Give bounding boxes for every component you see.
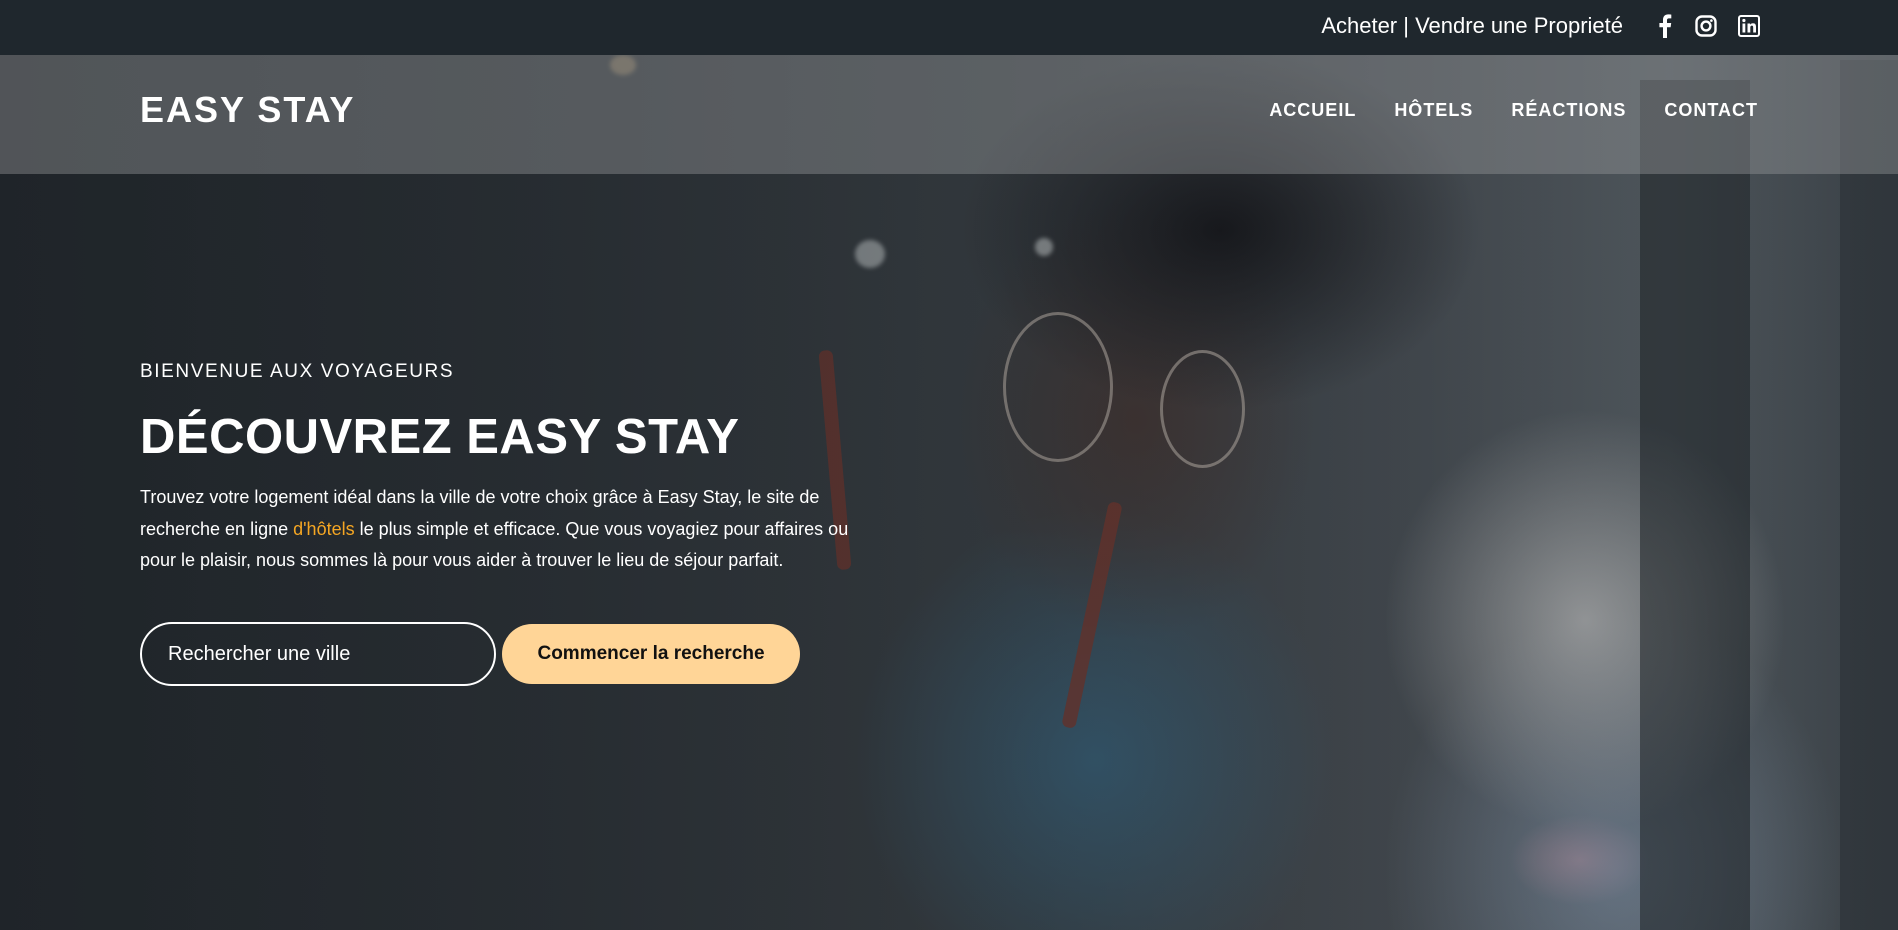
hero-description: Trouvez votre logement idéal dans la vil… [140, 482, 860, 577]
nav-link-accueil[interactable]: ACCUEIL [1269, 99, 1356, 121]
site-logo[interactable]: EASY STAY [140, 89, 355, 131]
start-search-button[interactable]: Commencer la recherche [502, 624, 800, 684]
page: Acheter | Vendre une Proprieté EASY STAY… [0, 0, 1898, 930]
top-bar: Acheter | Vendre une Proprieté [0, 0, 1898, 55]
buy-sell-link[interactable]: Acheter | Vendre une Proprieté [1321, 12, 1623, 40]
nav-link-hotels[interactable]: HÔTELS [1394, 99, 1473, 121]
hero-content: BIENVENUE AUX VOYAGEURS DÉCOUVREZ EASY S… [140, 360, 860, 577]
linkedin-icon[interactable] [1737, 13, 1761, 39]
instagram-icon[interactable] [1694, 13, 1718, 39]
nav-link-contact[interactable]: CONTACT [1664, 99, 1758, 121]
search-form: Commencer la recherche [140, 622, 800, 686]
hero-eyebrow: BIENVENUE AUX VOYAGEURS [140, 361, 455, 382]
main-nav: ACCUEIL HÔTELS RÉACTIONS CONTACT [1269, 99, 1758, 121]
city-search-input[interactable] [140, 622, 496, 686]
navbar: EASY STAY ACCUEIL HÔTELS RÉACTIONS CONTA… [0, 55, 1898, 174]
nav-link-reactions[interactable]: RÉACTIONS [1511, 99, 1626, 121]
hero-headline: DÉCOUVREZ EASY STAY [140, 410, 740, 464]
facebook-icon[interactable] [1655, 13, 1675, 39]
hotels-link[interactable]: d'hôtels [293, 519, 354, 539]
